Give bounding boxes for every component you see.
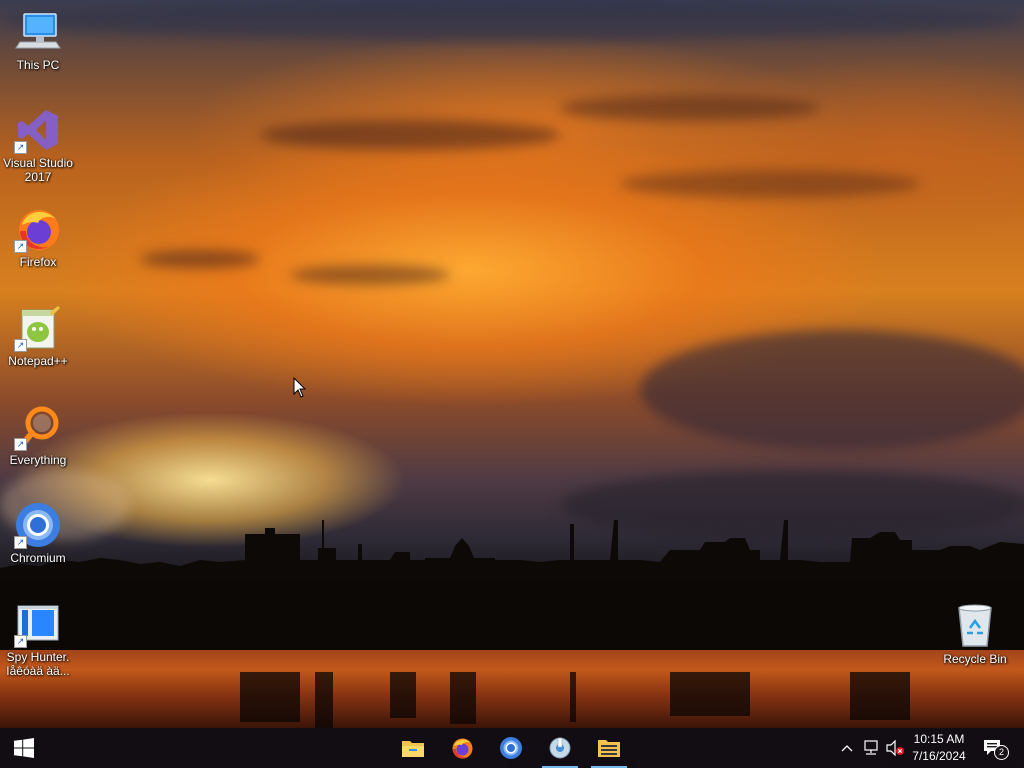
desktop-icon-everything[interactable]: ↗ Everything (0, 403, 76, 467)
tray-network[interactable] (860, 728, 882, 768)
desktop-icon-label: Firefox (19, 255, 57, 269)
taskbar-firefox[interactable] (440, 728, 484, 768)
desktop-icon-chromium[interactable]: ↗ Chromium (0, 501, 76, 565)
taskbar-installer[interactable] (538, 728, 582, 768)
taskbar-chromium[interactable] (489, 728, 533, 768)
desktop-icon-spyhunter[interactable]: ↗ Spy Hunter. Iåêóàä àä... (0, 604, 76, 678)
clock-date: 7/16/2024 (912, 749, 966, 763)
desktop-icon-label: This PC (16, 58, 60, 72)
spyhunter-icon: ↗ (14, 604, 62, 648)
installer-icon (549, 737, 571, 759)
shortcut-arrow-icon: ↗ (14, 339, 27, 352)
desktop-icon-label: Visual Studio 2017 (3, 156, 73, 184)
action-center-button[interactable]: 2 (980, 728, 1009, 768)
notepadpp-icon: ↗ (14, 304, 62, 352)
tray-volume[interactable] (884, 728, 906, 768)
desktop-icon-firefox[interactable]: ↗ Firefox (0, 205, 76, 269)
firefox-icon (452, 738, 473, 759)
shortcut-arrow-icon: ↗ (14, 240, 27, 253)
start-button[interactable] (0, 728, 48, 768)
notification-count-badge: 2 (994, 745, 1009, 760)
chromium-icon (500, 737, 522, 759)
shortcut-arrow-icon: ↗ (14, 141, 27, 154)
taskbar-file-explorer[interactable] (391, 728, 435, 768)
volume-muted-icon (886, 740, 904, 756)
computer-icon (14, 8, 62, 56)
desktop-icon-label: Chromium (10, 551, 66, 565)
taskbar-clock[interactable]: 10:15 AM 7/16/2024 (906, 728, 972, 768)
recycle-bin-icon (951, 602, 999, 650)
desktop-icon-label: Notepad++ (8, 354, 68, 368)
desktop-wallpaper (0, 0, 1024, 728)
clock-time: 10:15 AM (913, 732, 965, 746)
desktop-icon-label: Recycle Bin (943, 652, 1007, 666)
network-icon (864, 740, 878, 755)
shortcut-arrow-icon: ↗ (14, 438, 27, 451)
everything-search-icon: ↗ (14, 403, 62, 451)
city-skyline (0, 520, 1024, 660)
windows-start-icon (14, 738, 34, 758)
shortcut-arrow-icon: ↗ (14, 536, 27, 549)
chromium-icon: ↗ (14, 501, 62, 549)
firefox-icon: ↗ (14, 205, 62, 253)
tray-show-hidden-icons[interactable] (838, 728, 856, 768)
mouse-cursor-icon (293, 377, 307, 398)
folder-icon (402, 741, 424, 757)
visual-studio-icon: ↗ (14, 106, 62, 154)
desktop-icon-this-pc[interactable]: This PC (0, 8, 76, 72)
taskbar-archive[interactable] (587, 728, 631, 768)
chevron-up-icon (841, 745, 853, 752)
desktop-icon-notepadpp[interactable]: ↗ Notepad++ (0, 304, 76, 368)
desktop-icon-visual-studio[interactable]: ↗ Visual Studio 2017 (0, 106, 76, 184)
archive-icon (598, 740, 620, 757)
shortcut-arrow-icon: ↗ (14, 635, 27, 648)
desktop-icon-recycle-bin[interactable]: Recycle Bin (937, 602, 1013, 666)
taskbar: 10:15 AM 7/16/2024 2 (0, 728, 1024, 768)
desktop-icon-label: Spy Hunter. Iåêóàä àä... (6, 650, 70, 678)
desktop-icon-label: Everything (9, 453, 67, 467)
